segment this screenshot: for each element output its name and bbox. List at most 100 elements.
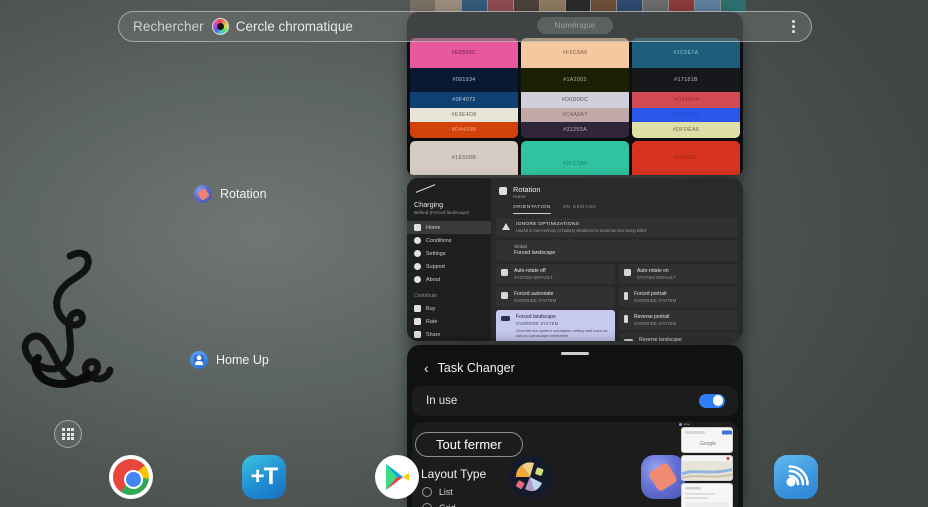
- rotation-nav-settings[interactable]: Settings: [407, 247, 491, 260]
- rotation-contribute-label: Rate: [426, 318, 438, 325]
- color-swatch[interactable]: #E9E4D8: [410, 108, 518, 122]
- dock-item-color-palette[interactable]: [508, 455, 552, 499]
- color-swatch[interactable]: #17181B: [632, 68, 740, 92]
- mini-card[interactable]: [681, 455, 733, 481]
- color-swatch[interactable]: #DFDEA6: [632, 122, 740, 138]
- kebab-menu-icon[interactable]: [790, 16, 797, 37]
- rotation-option-title: Auto-rotate off: [514, 268, 546, 274]
- rotation-nav-about[interactable]: About: [407, 273, 491, 286]
- rotation-option[interactable]: Forced autorotate OVERRIDE SYSTEM: [496, 287, 615, 307]
- mini-card[interactable]: [681, 483, 733, 507]
- rotation-option-title: Auto-rotate on: [637, 268, 669, 274]
- color-swatch[interactable]: #1E508B: [410, 141, 518, 175]
- swatch-hex-label: #0F4072: [452, 97, 476, 103]
- rotation-nav-conditions[interactable]: Conditions: [407, 234, 491, 247]
- global-label: Global: [514, 244, 527, 249]
- color-swatch[interactable]: #0F4072: [410, 92, 518, 108]
- in-use-toggle[interactable]: [699, 393, 725, 408]
- in-use-row[interactable]: In use: [412, 385, 738, 416]
- star-icon: [414, 318, 421, 325]
- share-icon: [414, 331, 421, 338]
- search-app-name: Cercle chromatique: [235, 19, 353, 34]
- palette-card[interactable]: #E8589C #091934 #0F4072 #E9E4D8 #D4420B: [410, 38, 518, 138]
- color-swatch[interactable]: #D24A54: [632, 92, 740, 108]
- palette-card[interactable]: #2FC3A0: [521, 141, 629, 175]
- in-use-label: In use: [426, 394, 458, 407]
- swatch-hex-label: #D4420B: [451, 127, 477, 133]
- rotation-tabs[interactable]: ORIENTATION ON DEMAND: [491, 200, 743, 214]
- color-swatch[interactable]: #1A2002: [521, 68, 629, 92]
- mini-card[interactable]: Google: [681, 427, 733, 453]
- color-swatch[interactable]: #D0D0DC: [521, 92, 629, 108]
- rotation-nav-home[interactable]: Home: [407, 221, 491, 234]
- search-bar[interactable]: Rechercher Cercle chromatique: [118, 11, 812, 42]
- task-changer-title: Task Changer: [437, 360, 515, 375]
- dock-item-chrome[interactable]: [109, 455, 153, 499]
- task-changer-header: ‹ Task Changer: [407, 355, 743, 386]
- color-swatch[interactable]: #2FC3A0: [521, 141, 629, 175]
- color-swatch[interactable]: #31253A: [521, 122, 629, 138]
- color-swatch[interactable]: #2B56EA: [632, 108, 740, 122]
- rotation-option[interactable]: Forced landscape OVERRIDE SYSTEM Override …: [496, 310, 615, 341]
- color-swatch[interactable]: #091934: [410, 68, 518, 92]
- rotation-contribute-rate[interactable]: Rate: [407, 315, 491, 328]
- palette-card[interactable]: #D8331F: [632, 141, 740, 175]
- wallpaper-scribble: [21, 249, 114, 388]
- swatch-hex-label: #D0D0DC: [561, 97, 589, 103]
- floating-label-home-up[interactable]: Home Up: [190, 351, 269, 369]
- app-drawer-button[interactable]: [54, 420, 82, 448]
- rotation-option-subtitle: OVERRIDE SYSTEM: [516, 321, 559, 326]
- dock-item-rotation[interactable]: [641, 455, 685, 499]
- rotation-nav-label: Home: [426, 224, 441, 231]
- mini-card-stack[interactable]: Live Google: [676, 421, 733, 507]
- rotation-options-left: Auto-rotate off SYSTEM DEFAULT Forced auto…: [496, 264, 615, 341]
- cast-icon: [786, 465, 809, 487]
- rotation-contribute-share[interactable]: Share: [407, 328, 491, 341]
- swatch-hex-label: #D8331F: [673, 155, 699, 161]
- play-store-icon: [386, 464, 409, 490]
- color-swatch[interactable]: #D4420B: [410, 122, 518, 138]
- app-grid-icon: [61, 427, 75, 441]
- rotation-contribute-list: Buy Rate Share: [407, 302, 491, 341]
- swatch-hex-label: #DFDEA6: [672, 127, 700, 133]
- color-swatch[interactable]: #D8331F: [632, 141, 740, 175]
- color-swatch[interactable]: #F6C8A0: [521, 38, 629, 68]
- rotation-option[interactable]: Auto-rotate on SYSTEM DEFAULT: [619, 264, 738, 284]
- palette-card[interactable]: #1E508B: [410, 141, 518, 175]
- rotation-option-description: Override the system orientation setting …: [516, 328, 608, 339]
- global-setting-row[interactable]: Global Forced landscape: [496, 240, 738, 261]
- palette-card[interactable]: #F6C8A0 #1A2002 #D0D0DC #C4A8A7 #31253A: [521, 38, 629, 138]
- dock-item-text-plus[interactable]: +T: [242, 455, 286, 499]
- conditions-icon: [414, 237, 421, 244]
- back-chevron-icon[interactable]: ‹: [424, 361, 429, 375]
- chrome-icon: [113, 459, 149, 495]
- swatch-hex-label: #091934: [452, 77, 476, 83]
- rotation-icon: [499, 187, 507, 195]
- ignore-optimizations-banner[interactable]: IGNORE OPTIMIZATIONS Useful in low-memor…: [496, 218, 738, 237]
- swatch-hex-label: #E9E4D8: [451, 112, 477, 118]
- rotation-option-subtitle: SYSTEM DEFAULT: [637, 275, 676, 280]
- rotation-option[interactable]: Auto-rotate off SYSTEM DEFAULT: [496, 264, 615, 284]
- swatch-hex-label: #E8589C: [451, 50, 477, 56]
- swatch-hex-label: #17181B: [674, 77, 698, 83]
- home-icon: [414, 224, 421, 231]
- rotation-option-subtitle: OVERRIDE SYSTEM: [514, 298, 557, 303]
- rotation-contribute-buy[interactable]: Buy: [407, 302, 491, 315]
- rotation-nav-support[interactable]: Support: [407, 260, 491, 273]
- color-swatch[interactable]: #C4A8A7: [521, 108, 629, 122]
- rotation-options-right: Auto-rotate on SYSTEM DEFAULT Forced portr…: [619, 264, 738, 341]
- palette-card[interactable]: #1C5E7A #17181B #D24A54 #2B56EA #DFDEA6: [632, 38, 740, 138]
- rotation-tab-orientation[interactable]: ORIENTATION: [513, 205, 551, 214]
- info-icon: [414, 276, 421, 283]
- dock-item-play-store[interactable]: [375, 455, 419, 499]
- rotation-option[interactable]: Reverse portrait OVERRIDE SYSTEM: [619, 310, 738, 330]
- rotation-app-window[interactable]: Charging Behind (Forced landscape) Home C…: [407, 178, 743, 341]
- rotation-options: Auto-rotate off SYSTEM DEFAULT Forced auto…: [491, 261, 743, 341]
- rotation-option[interactable]: Forced portrait OVERRIDE SYSTEM: [619, 287, 738, 307]
- floating-label-rotation[interactable]: Rotation: [194, 185, 267, 203]
- color-swatch[interactable]: #1C5E7A: [632, 38, 740, 68]
- color-swatch[interactable]: #E8589C: [410, 38, 518, 68]
- rotation-option[interactable]: Reverse landscapeOVERRIDE SYSTEM: [619, 333, 738, 341]
- rotation-tab-on-demand[interactable]: ON DEMAND: [563, 205, 597, 214]
- dock-item-cast[interactable]: [774, 455, 818, 499]
